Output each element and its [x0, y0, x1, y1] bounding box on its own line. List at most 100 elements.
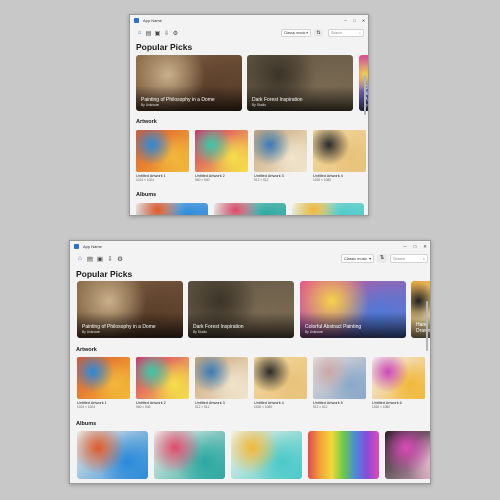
- popular-pick-card[interactable]: Dark Forest Inspiration By Studio: [247, 55, 353, 111]
- artwork-size: 512 × 512: [195, 405, 210, 409]
- search-icon: ⌕: [359, 31, 361, 35]
- artwork-caption: Untitled Artwork 3 512 × 512: [195, 401, 225, 409]
- artwork-size: 1024 × 1024: [136, 178, 154, 182]
- save-icon[interactable]: ▣: [95, 255, 105, 263]
- search-input[interactable]: Search ⌕: [328, 29, 364, 37]
- search-placeholder: Search: [331, 31, 343, 35]
- albums-heading: Albums: [136, 192, 157, 198]
- popular-pick-card[interactable]: Painting of Philosophy in a Dome By Unkno…: [77, 281, 183, 338]
- artwork-caption: Untitled Artwork 4 1920 × 1080: [254, 401, 284, 409]
- app-window-small: App Name ─ □ ✕ ⌂ ▤ ▣ ⇩ ⚙ Classic music ▾…: [129, 14, 369, 216]
- album-card-floral[interactable]: [154, 431, 225, 479]
- artwork-thumbnail[interactable]: [313, 357, 366, 399]
- chevron-down-icon: ▾: [306, 31, 308, 35]
- genre-select[interactable]: Classic music ▾: [281, 29, 311, 37]
- artwork-thumbnail[interactable]: [195, 130, 248, 172]
- popular-picks-heading: Popular Picks: [76, 269, 133, 279]
- artwork-size: 512 × 512: [254, 178, 269, 182]
- close-button[interactable]: ✕: [420, 241, 430, 252]
- download-icon[interactable]: ⇩: [162, 30, 171, 37]
- artwork-thumbnail[interactable]: [254, 130, 307, 172]
- popular-pick-author: By Unknown: [305, 330, 324, 334]
- title-bar: App Name ─ □ ✕: [70, 241, 430, 252]
- artwork-thumbnail[interactable]: [136, 357, 189, 399]
- app-window-large: App Name ─ □ ✕ ⌂ ▤ ▣ ⇩ ⚙ Classic music ▾…: [69, 240, 431, 484]
- popular-pick-author: By Unknown: [141, 103, 160, 107]
- album-card-planet[interactable]: [385, 431, 430, 479]
- close-button[interactable]: ✕: [359, 15, 368, 26]
- artwork-thumbnail[interactable]: [77, 357, 130, 399]
- home-icon[interactable]: ⌂: [135, 30, 144, 36]
- popular-pick-caption: Painting of Philosophy in a Dome By Unkno…: [141, 97, 215, 107]
- popular-pick-card[interactable]: Hand Drawn: [411, 281, 431, 338]
- artwork-size: 1024 × 1024: [77, 405, 95, 409]
- popular-pick-card[interactable]: Dark Forest Inspiration By Studio: [188, 281, 294, 338]
- popular-pick-caption: Colorful Abstract PaintingBy Unknown: [305, 324, 361, 334]
- album-card-floral[interactable]: [214, 203, 286, 215]
- minimize-button[interactable]: ─: [400, 241, 410, 252]
- filter-icon[interactable]: ⇅: [377, 254, 387, 263]
- popular-pick-author: By Studio: [252, 103, 266, 107]
- artwork-thumbnail[interactable]: [195, 357, 248, 399]
- filter-icon[interactable]: ⇅: [314, 29, 323, 37]
- album-card-rooster[interactable]: [77, 431, 148, 479]
- artwork-thumbnail[interactable]: [372, 357, 425, 399]
- artwork-caption: Untitled Artwork 5 512 × 512: [313, 401, 343, 409]
- artwork-caption: Untitled Artwork 3 512 × 512: [254, 174, 284, 182]
- artwork-size: 960 × 540: [136, 405, 151, 409]
- artwork-thumbnail[interactable]: [136, 130, 189, 172]
- album-card-rainbow[interactable]: [308, 431, 379, 479]
- chevron-down-icon: ▾: [369, 257, 371, 261]
- popular-pick-author: By Studio: [193, 330, 207, 334]
- artwork-heading: Artwork: [76, 347, 97, 353]
- save-icon[interactable]: ▣: [153, 30, 162, 37]
- app-icon: [134, 18, 139, 23]
- popular-pick-author: By Unknown: [82, 330, 101, 334]
- search-placeholder: Search: [393, 256, 406, 261]
- folder-icon[interactable]: ▤: [144, 30, 153, 37]
- genre-select-value: Classic music: [284, 31, 306, 35]
- album-card-splash[interactable]: [292, 203, 364, 215]
- popular-pick-caption: Dark Forest Inspiration By Studio: [193, 324, 244, 334]
- popular-picks-heading: Popular Picks: [136, 42, 193, 52]
- maximize-button[interactable]: □: [410, 241, 420, 252]
- genre-select-value: Classic music: [344, 256, 368, 261]
- download-icon[interactable]: ⇩: [105, 255, 115, 263]
- app-icon: [74, 244, 79, 249]
- artwork-caption: Untitled Artwork 1 1024 × 1024: [136, 174, 166, 182]
- title-bar: App Name ─ □ ✕: [130, 15, 368, 26]
- maximize-button[interactable]: □: [350, 15, 359, 26]
- scrollbar[interactable]: [426, 301, 428, 351]
- popular-pick-title: Hand Drawn: [416, 322, 431, 334]
- artwork-caption: Untitled Artwork 1 1024 × 1024: [77, 401, 107, 409]
- toolbar: ⌂ ▤ ▣ ⇩ ⚙: [70, 252, 430, 265]
- popular-pick-caption: Hand Drawn: [416, 322, 431, 334]
- album-card-rooster[interactable]: [136, 203, 208, 215]
- artwork-size: 512 × 512: [313, 405, 328, 409]
- albums-heading: Albums: [76, 421, 97, 427]
- scrollbar[interactable]: [364, 75, 366, 115]
- gear-icon[interactable]: ⚙: [171, 30, 180, 37]
- gear-icon[interactable]: ⚙: [115, 255, 125, 263]
- popular-pick-card[interactable]: Painting of Philosophy in a Dome By Unkno…: [136, 55, 242, 111]
- artwork-size: 960 × 540: [195, 178, 210, 182]
- popular-pick-caption: Painting of Philosophy in a Dome By Unkno…: [82, 324, 156, 334]
- artwork-heading: Artwork: [136, 119, 157, 125]
- folder-icon[interactable]: ▤: [85, 255, 95, 263]
- popular-pick-card[interactable]: Colorful Abstract PaintingBy Unknown: [300, 281, 406, 338]
- minimize-button[interactable]: ─: [341, 15, 350, 26]
- search-icon: ⌕: [422, 256, 425, 261]
- artwork-size: 1920 × 1080: [313, 178, 331, 182]
- search-input[interactable]: Search ⌕: [390, 254, 428, 263]
- album-card-splash[interactable]: [231, 431, 302, 479]
- artwork-caption: Untitled Artwork 2 960 × 540: [195, 174, 225, 182]
- artwork-thumbnail[interactable]: [254, 357, 307, 399]
- artwork-caption: Untitled Artwork 4 1920 × 1080: [313, 174, 343, 182]
- genre-select[interactable]: Classic music ▾: [341, 254, 374, 263]
- artwork-size: 1920 × 1080: [372, 405, 390, 409]
- home-icon[interactable]: ⌂: [75, 255, 85, 262]
- artwork-caption: Untitled Artwork 6 1920 × 1080: [372, 401, 402, 409]
- app-title: App Name: [83, 244, 102, 249]
- artwork-thumbnail[interactable]: [313, 130, 366, 172]
- artwork-size: 1920 × 1080: [254, 405, 272, 409]
